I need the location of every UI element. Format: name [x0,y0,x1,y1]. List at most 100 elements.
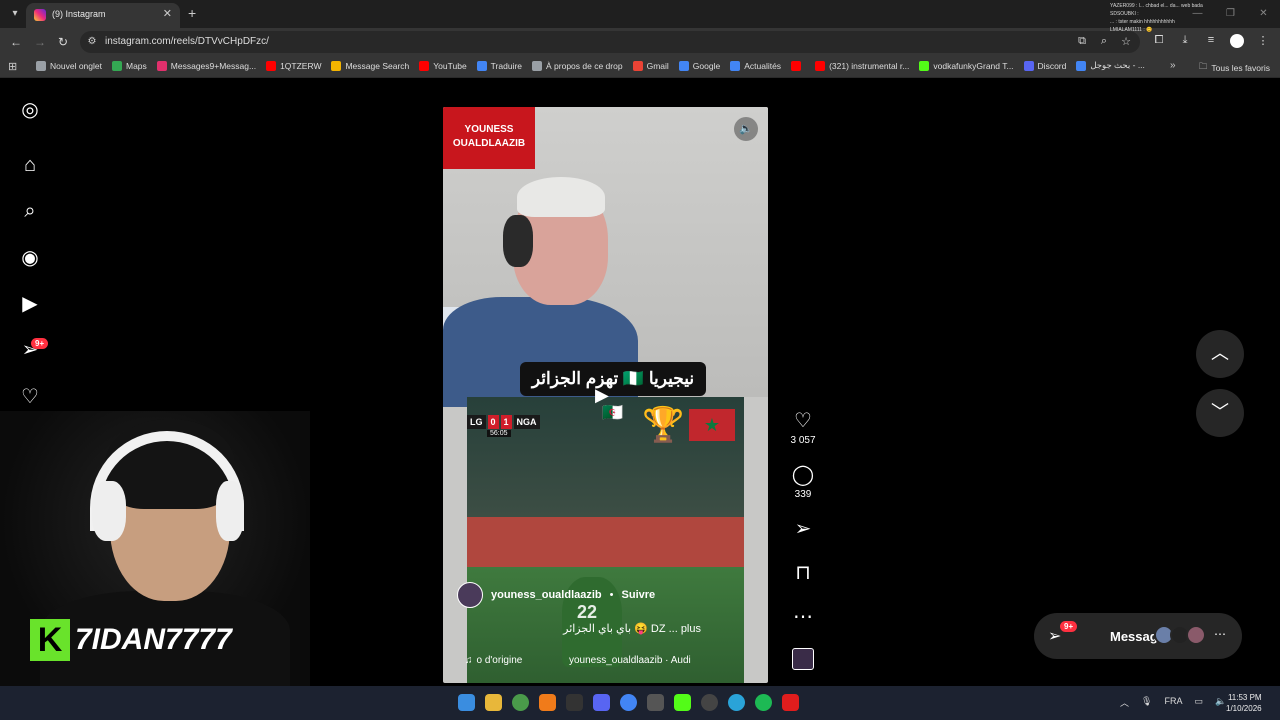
share-button[interactable]: ➢ [787,516,819,541]
microphone-icon[interactable]: 🎙 [1141,696,1152,709]
previous-reel-button[interactable]: ︿ [1196,330,1244,378]
bookmark-item[interactable]: Messages9+Messag... [156,60,256,71]
apps-grid-icon[interactable]: ⊞ [8,60,17,73]
bookmark-item[interactable]: بحث جوجل - ... [1076,60,1145,71]
telegram-icon[interactable] [728,694,745,711]
extensions-icon[interactable]: ⧠ [1152,34,1166,51]
tray-expand-icon[interactable]: ︿ [1120,696,1129,709]
zoom-icon[interactable]: ⌕ [1098,35,1110,48]
chrome-icon[interactable] [512,694,529,711]
explore-icon[interactable]: ◉ [18,246,42,270]
bookmark-favicon-icon [419,60,430,71]
search-icon[interactable]: ⌕ [18,199,42,223]
next-reel-button[interactable]: ﹀ [1196,389,1244,437]
back-icon[interactable]: ← [8,34,24,50]
bookmark-item[interactable]: Traduire [476,60,522,71]
tab-close-icon[interactable]: ✕ [163,7,172,20]
network-icon[interactable]: ▭ [1194,696,1203,709]
file-explorer-icon[interactable] [485,694,502,711]
bookmark-label: YouTube [433,60,467,71]
bookmark-item[interactable]: Google [678,60,721,71]
chat-line: ... : tster makin hhhhhhhhhhh [1110,19,1175,25]
name-line-1: YOUNESS [464,124,514,135]
bookmark-star-icon[interactable]: ☆ [1120,35,1132,48]
site-info-icon[interactable]: ⚙ [86,36,98,48]
windows-start-icon[interactable] [458,694,475,711]
bookmark-item[interactable]: Discord [1023,60,1066,71]
volume-icon[interactable]: 🔈 [734,117,758,141]
notifications-badge: 9+ [31,338,49,349]
bookmark-label: Google [692,60,721,71]
like-button[interactable]: ♡ 3 057 [787,408,819,446]
download-icon[interactable]: ⤓ [1178,34,1192,51]
bookmark-item[interactable]: (321) instrumental r... [815,60,909,71]
forward-icon[interactable]: → [32,34,48,50]
bookmark-item[interactable]: À propos de ce drop [532,60,623,71]
follow-button[interactable]: Suivre [622,589,656,601]
more-button[interactable]: ⋯ [787,604,819,629]
instagram-favicon-icon [34,9,46,21]
discord-icon[interactable] [593,694,610,711]
install-app-icon[interactable]: ⧉ [1076,35,1088,48]
all-bookmarks-button[interactable]: 🗀 Tous les favoris [1199,61,1270,75]
app-icon[interactable] [647,694,664,711]
score-goals1: 0 [487,415,499,429]
bookmark-item[interactable]: Maps [111,60,147,71]
author-avatar[interactable] [457,582,483,608]
messages-button[interactable]: ➢ 9+ Messages ⋯ [1034,613,1242,659]
kick-icon[interactable] [674,694,691,711]
audio-link[interactable]: ♫ o d'origine [465,655,522,666]
new-tab-icon[interactable]: + [188,5,196,21]
menu-kebab-icon[interactable]: ⋮ [1256,34,1270,51]
bookmark-item[interactable]: Actualités [730,60,781,71]
reels-icon[interactable]: ▶ [18,292,42,316]
media-control-icon[interactable]: ≡ [1204,34,1218,51]
music-note-icon: ♫ [465,655,473,666]
url-text[interactable]: instagram.com/reels/DTVvCHpDFzc/ [105,36,269,47]
tab-search-icon[interactable]: ▾ [6,6,24,22]
audio-thumbnail[interactable] [792,648,814,670]
youtube-icon[interactable] [782,694,799,711]
messages-badge: 9+ [1060,621,1078,632]
volume-icon[interactable]: 🔈 [1215,696,1226,709]
heart-icon[interactable]: ♡ [18,385,42,409]
close-window-icon[interactable]: ✕ [1247,0,1280,28]
avatar [1186,625,1206,645]
home-icon[interactable]: ⌂ [18,153,42,177]
more-dots-icon[interactable]: ⋯ [1214,627,1226,641]
app-icon[interactable] [539,694,556,711]
author-username[interactable]: youness_oualdlaazib [491,589,602,601]
bookmark-icon: ⊓ [795,562,811,584]
audio-owner[interactable]: youness_oualdlaazib · Audi [569,655,691,666]
separator-dot: • [609,589,614,601]
play-icon[interactable]: ▶ [595,385,609,406]
bookmark-label: Gmail [646,60,669,71]
bookmark-item[interactable]: Nouvel onglet [36,60,102,71]
bookmark-favicon-icon [476,60,487,71]
language-indicator[interactable]: FRA [1164,696,1182,709]
bookmark-item[interactable]: 1QTZERW [266,60,321,71]
omnibox[interactable]: ⚙ instagram.com/reels/DTVvCHpDFzc/ ⧉ ⌕ ☆ [80,31,1140,53]
bookmark-item[interactable] [791,60,805,71]
bookmark-item[interactable]: YouTube [419,60,467,71]
reel-video[interactable]: YOUNESS OUALDLAAZIB 🔈 22 LG 0 1 NGA 56:0… [443,107,768,683]
bookmark-favicon-icon [331,60,342,71]
clock[interactable]: 11:53 PM 1/10/2026 [1226,692,1262,714]
app-icon[interactable] [566,694,583,711]
tab-instagram[interactable]: (9) Instagram ✕ [26,3,180,28]
chat-line: LMIALAM1111 : 😊 [1110,27,1153,33]
reload-icon[interactable]: ↻ [55,34,71,50]
instagram-logo-icon[interactable]: ◎ [18,98,42,122]
profile-icon[interactable] [1230,34,1244,51]
chrome-icon[interactable] [620,694,637,711]
bookmark-item[interactable]: vodkafunkyGrand T... [919,60,1014,71]
spotify-icon[interactable] [755,694,772,711]
bookmark-favicon-icon [1076,60,1087,71]
bookmarks-overflow-icon[interactable]: » [1170,60,1176,71]
obs-icon[interactable] [701,694,718,711]
save-button[interactable]: ⊓ [787,560,819,585]
bookmark-item[interactable]: Message Search [331,60,409,71]
comment-button[interactable]: ◯ 339 [787,462,819,500]
bookmark-item[interactable]: Gmail [632,60,669,71]
reel-caption[interactable]: باي باي الجزائر 😝 DZ ... plus [443,622,701,635]
